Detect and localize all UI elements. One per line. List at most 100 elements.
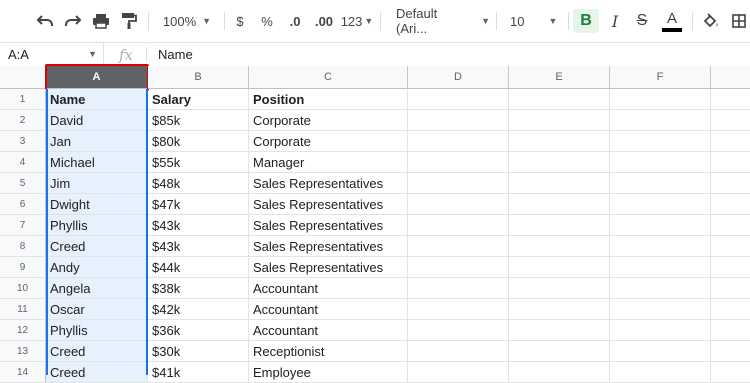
row-header[interactable]: 5 (0, 173, 46, 194)
cell-empty[interactable] (610, 89, 711, 110)
cell-empty[interactable] (610, 362, 711, 383)
cell-salary[interactable]: $42k (148, 299, 249, 320)
cell-empty[interactable] (408, 173, 509, 194)
row-header[interactable]: 9 (0, 257, 46, 278)
fill-color-icon[interactable] (699, 0, 723, 42)
cell-empty[interactable] (408, 89, 509, 110)
cell-empty[interactable] (610, 236, 711, 257)
row-header[interactable]: 7 (0, 215, 46, 236)
cell-name[interactable]: Creed (46, 341, 148, 362)
cell-salary[interactable]: $36k (148, 320, 249, 341)
cell-empty[interactable] (610, 341, 711, 362)
cell-position[interactable]: Receptionist (249, 341, 408, 362)
cell-empty[interactable] (509, 110, 610, 131)
cell-empty[interactable] (408, 131, 509, 152)
cell-empty[interactable] (711, 89, 750, 110)
cell-empty[interactable] (610, 110, 711, 131)
cell-name[interactable]: Dwight (46, 194, 148, 215)
cell-empty[interactable] (408, 341, 509, 362)
zoom-select[interactable]: 100% ▼ (156, 0, 218, 42)
cell-salary[interactable]: $80k (148, 131, 249, 152)
row-header[interactable]: 8 (0, 236, 46, 257)
row-header[interactable]: 4 (0, 152, 46, 173)
cell-empty[interactable] (711, 299, 750, 320)
cell-empty[interactable] (408, 320, 509, 341)
cell-empty[interactable] (408, 278, 509, 299)
cell-position[interactable]: Sales Representatives (249, 257, 408, 278)
row-header[interactable]: 10 (0, 278, 46, 299)
cell-position[interactable]: Corporate (249, 131, 408, 152)
cell-salary[interactable]: $44k (148, 257, 249, 278)
row-header[interactable]: 14 (0, 362, 46, 383)
cell-empty[interactable] (711, 257, 750, 278)
cell-empty[interactable] (408, 215, 509, 236)
cell-position[interactable]: Sales Representatives (249, 215, 408, 236)
cell-empty[interactable] (509, 257, 610, 278)
cell-position[interactable]: Accountant (249, 320, 408, 341)
increase-decimal-button[interactable]: .00 (310, 0, 338, 42)
cell-position[interactable]: Manager (249, 152, 408, 173)
cell-empty[interactable] (711, 320, 750, 341)
cell-empty[interactable] (509, 194, 610, 215)
bold-button[interactable]: B (573, 9, 599, 33)
row-header[interactable]: 1 (0, 89, 46, 110)
cell-empty[interactable] (509, 236, 610, 257)
row-header[interactable]: 12 (0, 320, 46, 341)
cell-name[interactable]: Andy (46, 257, 148, 278)
font-family-select[interactable]: Default (Ari... ▼ (390, 0, 490, 42)
column-header-c[interactable]: C (249, 66, 408, 89)
cell-empty[interactable] (408, 110, 509, 131)
cell-empty[interactable] (509, 215, 610, 236)
cell-position[interactable]: Accountant (249, 278, 408, 299)
cell-name[interactable]: David (46, 110, 148, 131)
cell-empty[interactable] (408, 299, 509, 320)
cell-empty[interactable] (408, 257, 509, 278)
cell-name[interactable]: Oscar (46, 299, 148, 320)
cell-empty[interactable] (408, 152, 509, 173)
cell-empty[interactable] (509, 320, 610, 341)
cell-salary[interactable]: Salary (148, 89, 249, 110)
cell-salary[interactable]: $55k (148, 152, 249, 173)
cell-empty[interactable] (711, 152, 750, 173)
column-header-e[interactable]: E (509, 66, 610, 89)
cell-name[interactable]: Jim (46, 173, 148, 194)
cell-empty[interactable] (509, 299, 610, 320)
cell-empty[interactable] (711, 362, 750, 383)
cell-empty[interactable] (610, 320, 711, 341)
column-header-f[interactable]: F (610, 66, 711, 89)
cell-empty[interactable] (610, 257, 711, 278)
cell-position[interactable]: Accountant (249, 299, 408, 320)
column-header-b[interactable]: B (148, 66, 249, 89)
cell-empty[interactable] (610, 173, 711, 194)
cell-empty[interactable] (408, 194, 509, 215)
strikethrough-button[interactable]: S (630, 0, 654, 42)
italic-button[interactable]: I (603, 0, 627, 42)
cell-salary[interactable]: $41k (148, 362, 249, 383)
cell-salary[interactable]: $85k (148, 110, 249, 131)
cell-empty[interactable] (711, 341, 750, 362)
cell-position[interactable]: Sales Representatives (249, 173, 408, 194)
cell-empty[interactable] (509, 278, 610, 299)
cell-salary[interactable]: $47k (148, 194, 249, 215)
cell-empty[interactable] (610, 278, 711, 299)
row-header[interactable]: 3 (0, 131, 46, 152)
cell-empty[interactable] (408, 362, 509, 383)
formula-input[interactable]: Name (158, 43, 193, 66)
cell-name[interactable]: Creed (46, 236, 148, 257)
cell-name[interactable]: Phyllis (46, 215, 148, 236)
cell-salary[interactable]: $43k (148, 236, 249, 257)
select-all-corner[interactable] (0, 66, 46, 89)
row-header[interactable]: 11 (0, 299, 46, 320)
cell-empty[interactable] (509, 152, 610, 173)
cell-empty[interactable] (509, 362, 610, 383)
cell-position[interactable]: Position (249, 89, 408, 110)
cell-empty[interactable] (509, 89, 610, 110)
currency-format-button[interactable]: $ (230, 0, 250, 42)
cell-empty[interactable] (610, 299, 711, 320)
cell-position[interactable]: Employee (249, 362, 408, 383)
cell-empty[interactable] (509, 173, 610, 194)
cell-name[interactable]: Jan (46, 131, 148, 152)
text-color-button[interactable]: A (659, 0, 685, 42)
cell-name[interactable]: Michael (46, 152, 148, 173)
cell-empty[interactable] (711, 278, 750, 299)
